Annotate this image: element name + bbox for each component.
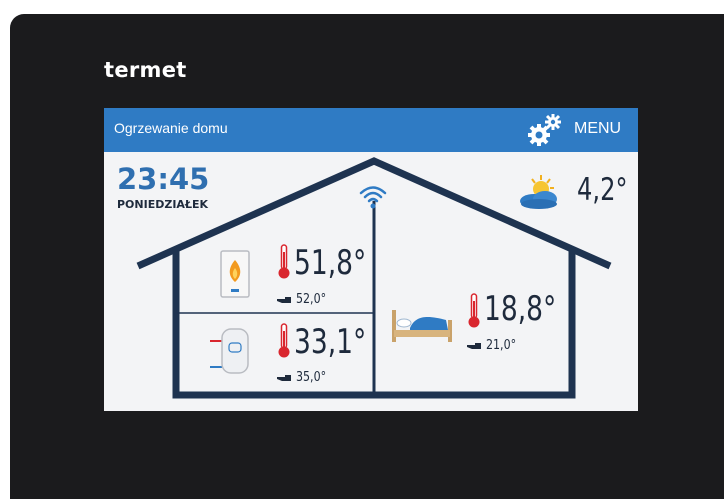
wifi-icon (359, 186, 387, 209)
house-outline (136, 157, 612, 399)
header-bar: Ogrzewanie domu MENU (104, 108, 638, 152)
boiler-flame-icon[interactable] (220, 250, 250, 300)
water-set-hand-icon[interactable] (276, 373, 292, 383)
menu-button[interactable]: MENU (574, 120, 621, 138)
clock-time: 23:45 (117, 162, 210, 196)
room-set-hand-icon[interactable] (466, 341, 482, 351)
water-tank-icon[interactable] (208, 327, 252, 375)
boiler-set-temperature[interactable]: 52,0° (296, 293, 326, 307)
bed-icon[interactable] (390, 306, 454, 344)
room-thermometer-icon (468, 293, 480, 328)
boiler-current-temperature: 51,8° (294, 243, 367, 283)
room-set-temperature[interactable]: 21,0° (486, 339, 516, 353)
water-current-temperature: 33,1° (294, 322, 367, 362)
screen-title: Ogrzewanie domu (114, 120, 228, 136)
clock-day: PONIEDZIAŁEK (117, 198, 209, 211)
partly-sunny-cloud-icon (520, 175, 557, 209)
outside-temperature: 4,2° (577, 172, 628, 208)
boiler-set-hand-icon[interactable] (276, 295, 292, 305)
water-thermometer-icon (278, 323, 290, 358)
gear-icon[interactable] (526, 112, 564, 148)
boiler-thermometer-icon (278, 244, 290, 279)
touch-screen: Ogrzewanie domu MENU 23:45 PONIEDZIAŁEK (104, 108, 638, 411)
room-current-temperature: 18,8° (484, 289, 557, 329)
water-set-temperature[interactable]: 35,0° (296, 371, 326, 385)
brand-logo: termet (104, 58, 187, 82)
